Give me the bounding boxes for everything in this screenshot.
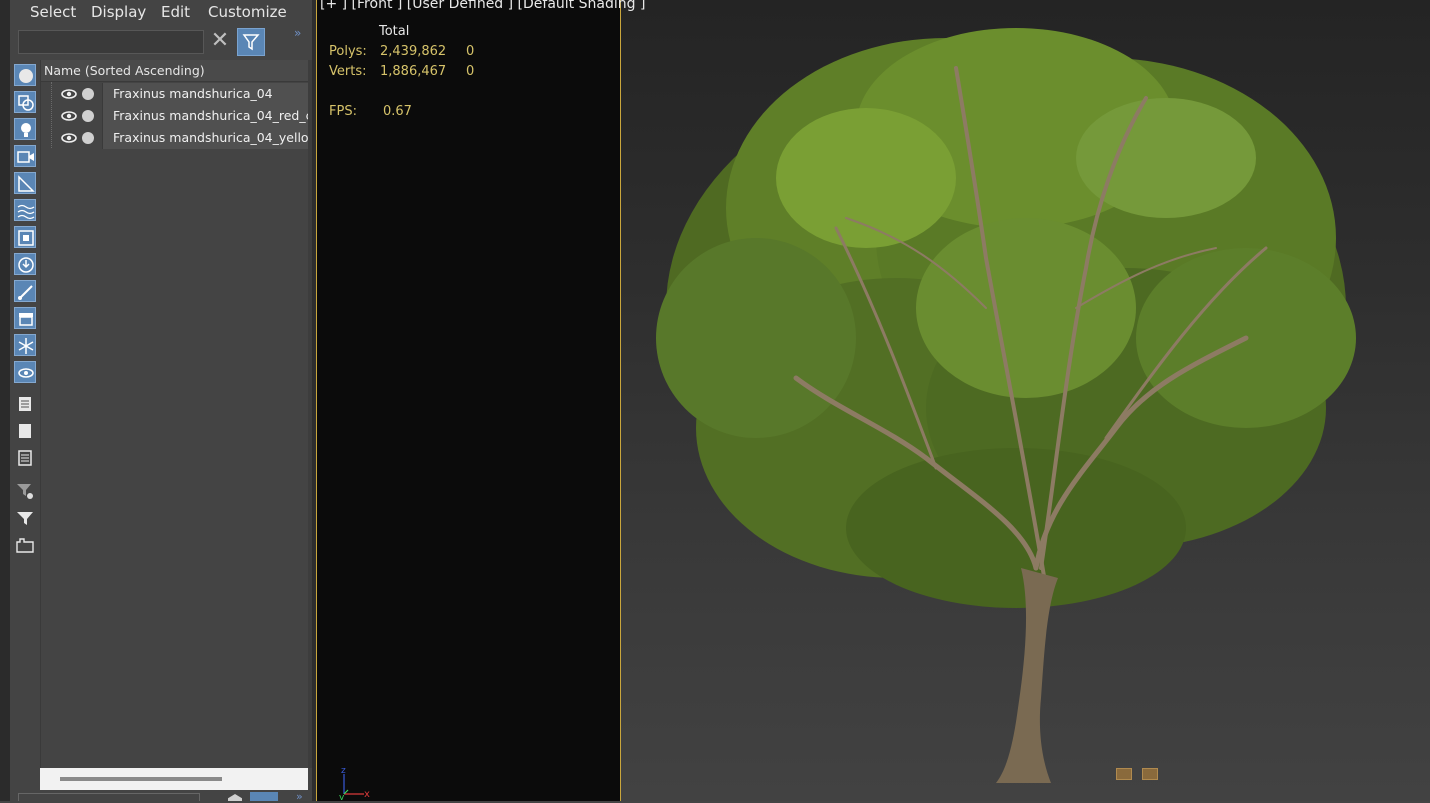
polys-total: 2,439,862 xyxy=(380,44,447,59)
group-icon xyxy=(18,230,34,246)
visibility-eye-icon[interactable] xyxy=(61,88,77,100)
scene-explorer: Select Display Edit Customize ✕ » Name (… xyxy=(10,0,312,803)
select-none-button[interactable] xyxy=(14,420,36,442)
viewport-active-border xyxy=(316,0,317,801)
menu-customize[interactable]: Customize xyxy=(208,3,287,21)
filter-icon xyxy=(242,34,260,51)
bones-filter-button[interactable] xyxy=(14,280,36,302)
list-item[interactable]: Fraxinus mandshurica_04 xyxy=(51,83,309,105)
layer-icon xyxy=(16,538,34,553)
fps-value: 0.67 xyxy=(383,104,412,119)
home-icon[interactable] xyxy=(228,794,242,801)
filter-toggle-button[interactable] xyxy=(237,28,265,56)
select-invert-button[interactable] xyxy=(14,447,36,469)
containers-filter-button[interactable] xyxy=(14,307,36,329)
visibility-eye-icon[interactable] xyxy=(61,132,77,144)
camera-icon xyxy=(17,151,34,163)
object-name[interactable]: Fraxinus mandshurica_04_red_corona xyxy=(102,105,309,127)
list-item[interactable]: Fraxinus mandshurica_04_yellow_corona xyxy=(51,127,309,149)
sphere-icon xyxy=(19,69,33,83)
layer-dropdown[interactable] xyxy=(18,793,200,801)
more-chevron-icon[interactable]: » xyxy=(296,790,303,803)
lightbulb-icon xyxy=(21,123,31,137)
space-warps-filter-button[interactable] xyxy=(14,199,36,221)
fps-label: FPS: xyxy=(329,104,357,119)
snowflake-icon xyxy=(18,338,34,354)
clear-search-button[interactable]: ✕ xyxy=(209,30,231,54)
helper-box-icon[interactable] xyxy=(1142,768,1158,780)
verts-selected: 0 xyxy=(466,64,475,79)
document-icon xyxy=(19,397,31,411)
menu-edit[interactable]: Edit xyxy=(161,3,190,21)
explorer-mode-button[interactable] xyxy=(250,792,278,801)
viewport-active-border xyxy=(620,0,621,801)
object-list: Name (Sorted Ascending) Fraxinus mandshu… xyxy=(40,60,309,768)
ruler-icon xyxy=(18,175,35,192)
bone-icon xyxy=(18,285,33,300)
tree-model[interactable] xyxy=(646,8,1406,793)
viewport-label-menu[interactable]: [+ ] [Front ] [User Defined ] [Default S… xyxy=(320,0,645,12)
name-column-header[interactable]: Name (Sorted Ascending) xyxy=(41,60,309,82)
cameras-filter-button[interactable] xyxy=(14,145,36,167)
close-icon: ✕ xyxy=(210,28,230,53)
axis-z-label: z xyxy=(341,766,346,776)
front-viewport[interactable]: [+ ] [Front ] [User Defined ] [Default S… xyxy=(316,0,1430,801)
viewport-dark-region xyxy=(316,0,620,801)
list-item[interactable]: Fraxinus mandshurica_04_red_corona xyxy=(51,105,309,127)
blank-document-icon xyxy=(19,424,31,438)
hidden-filter-button[interactable] xyxy=(14,361,36,383)
axis-x-label: x xyxy=(364,789,370,800)
menu-bar: Select Display Edit Customize xyxy=(10,0,312,26)
lights-filter-button[interactable] xyxy=(14,118,36,140)
verts-total: 1,886,467 xyxy=(380,64,447,79)
freeze-toggle-icon[interactable] xyxy=(82,110,94,122)
search-input[interactable] xyxy=(18,30,204,54)
xrefs-filter-button[interactable] xyxy=(14,253,36,275)
filter-settings-icon xyxy=(17,484,33,499)
groups-filter-button[interactable] xyxy=(14,226,36,248)
select-all-button[interactable] xyxy=(14,393,36,415)
wave-icon xyxy=(17,204,35,220)
expand-chevron-icon[interactable]: » xyxy=(294,26,301,40)
freeze-toggle-icon[interactable] xyxy=(82,132,94,144)
left-edge-strip xyxy=(0,0,10,801)
object-name[interactable]: Fraxinus mandshurica_04 xyxy=(102,83,309,105)
polys-selected: 0 xyxy=(466,44,475,59)
container-icon xyxy=(19,313,33,326)
filter-button[interactable] xyxy=(14,507,36,529)
helpers-filter-button[interactable] xyxy=(14,172,36,194)
list-document-icon xyxy=(18,450,32,466)
frozen-filter-button[interactable] xyxy=(14,334,36,356)
object-name[interactable]: Fraxinus mandshurica_04_yellow_corona xyxy=(102,127,309,149)
menu-display[interactable]: Display xyxy=(91,3,146,21)
stats-total-header: Total xyxy=(379,24,410,39)
horizontal-scrollbar-thumb[interactable] xyxy=(60,777,222,781)
visibility-eye-icon[interactable] xyxy=(61,110,77,122)
shapes-filter-button[interactable] xyxy=(14,91,36,113)
axis-y-label: y xyxy=(339,793,345,800)
filter-toolbar xyxy=(10,60,40,801)
filter-settings-button[interactable] xyxy=(14,480,36,502)
geometry-filter-button[interactable] xyxy=(14,64,36,86)
funnel-icon xyxy=(17,512,33,525)
verts-label: Verts: xyxy=(329,64,367,79)
menu-select[interactable]: Select xyxy=(30,3,76,21)
shapes-icon xyxy=(18,95,34,111)
helper-box-icon[interactable] xyxy=(1116,768,1132,780)
polys-label: Polys: xyxy=(329,44,367,59)
axis-tripod-icon: z x y xyxy=(339,766,370,800)
eye-icon xyxy=(18,368,34,378)
freeze-toggle-icon[interactable] xyxy=(82,88,94,100)
xref-icon xyxy=(18,257,34,273)
layer-button[interactable] xyxy=(14,534,36,556)
